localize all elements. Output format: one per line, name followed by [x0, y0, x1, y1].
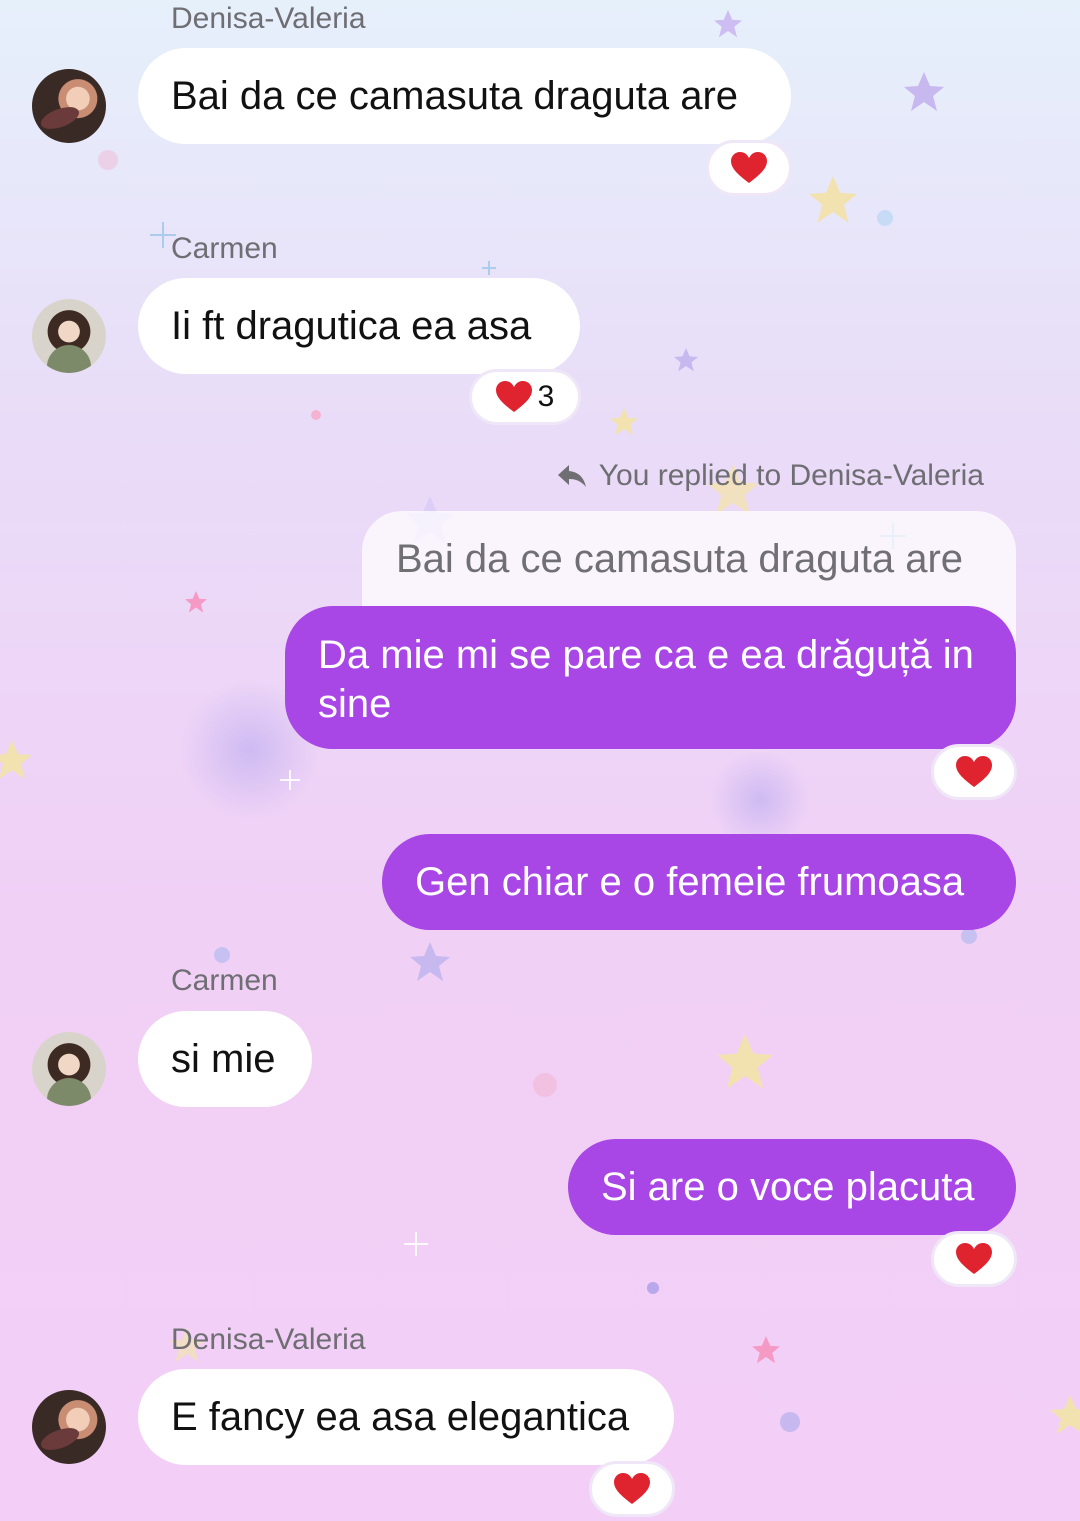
message-bubble[interactable]: Ii ft dragutica ea asa	[138, 278, 580, 374]
reaction-count: 3	[537, 380, 555, 413]
message-text: Si are o voce placuta	[601, 1165, 975, 1209]
reaction-pill[interactable]	[589, 1461, 675, 1517]
reaction-pill[interactable]	[931, 1231, 1017, 1287]
sender-name: Carmen	[171, 232, 278, 265]
heart-icon	[956, 756, 992, 787]
message-text: Da mie mi se pare ca e ea drăguță in sin…	[318, 633, 974, 726]
message-bubble-outgoing[interactable]: Si are o voce placuta	[568, 1139, 1016, 1235]
message-bubble[interactable]: si mie	[138, 1011, 312, 1107]
reaction-pill[interactable]: 3	[469, 369, 581, 425]
sender-name: Carmen	[171, 964, 278, 997]
message-text: Gen chiar e o femeie frumoasa	[415, 860, 965, 904]
starry-background	[0, 10, 1080, 1434]
quoted-text: Bai da ce camasuta draguta are	[396, 537, 964, 581]
message-bubble-outgoing[interactable]: Gen chiar e o femeie frumoasa	[382, 834, 1016, 930]
avatar[interactable]	[32, 299, 106, 373]
reply-arrow-icon	[557, 465, 586, 487]
heart-icon	[956, 1243, 992, 1274]
reply-label: You replied to Denisa-Valeria	[557, 459, 984, 493]
heart-icon	[614, 1473, 650, 1504]
message-text: si mie	[171, 1037, 276, 1081]
sender-name: Denisa-Valeria	[171, 1323, 366, 1356]
avatar[interactable]	[32, 69, 106, 143]
message-text: Ii ft dragutica ea asa	[171, 304, 532, 348]
heart-icon	[495, 381, 532, 412]
reaction-pill[interactable]	[931, 744, 1017, 800]
message-bubble[interactable]: Bai da ce camasuta draguta are	[138, 48, 791, 144]
message-text: E fancy ea asa elegantica	[171, 1395, 630, 1439]
message-bubble-outgoing[interactable]: Da mie mi se pare ca e ea drăguță in sin…	[285, 606, 1016, 749]
reaction-pill[interactable]	[706, 140, 792, 196]
sender-name: Denisa-Valeria	[171, 2, 366, 35]
message-bubble[interactable]: E fancy ea asa elegantica	[138, 1369, 674, 1465]
message-text: Bai da ce camasuta draguta are	[171, 74, 739, 118]
avatar[interactable]	[32, 1390, 106, 1464]
avatar[interactable]	[32, 1032, 106, 1106]
reply-label-text: You replied to Denisa-Valeria	[598, 459, 984, 492]
heart-icon	[731, 152, 767, 183]
